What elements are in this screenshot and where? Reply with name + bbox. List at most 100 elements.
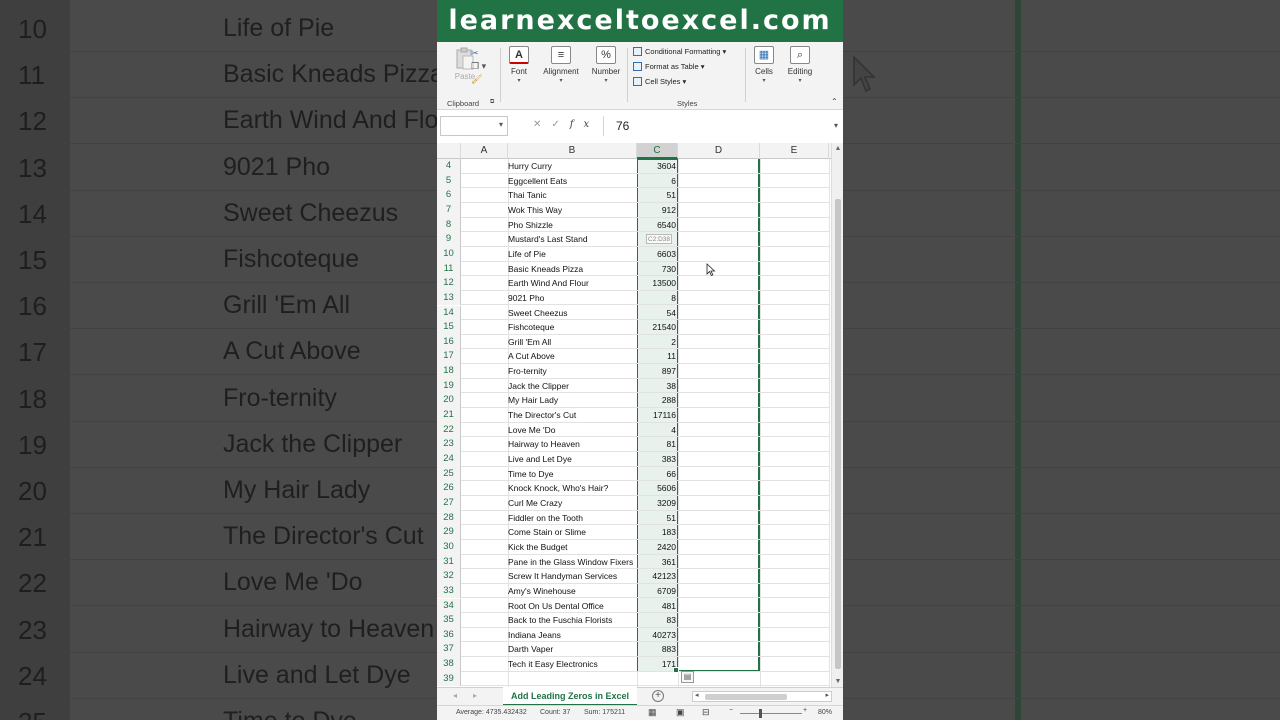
row-header[interactable]: 15 [437,320,461,335]
cell-business-name[interactable]: The Director's Cut [508,408,576,423]
cell-business-name[interactable]: Fishcoteque [508,320,554,335]
row-header[interactable]: 31 [437,554,461,570]
insert-function-icon[interactable]: fx [570,119,599,130]
row-header[interactable]: 27 [437,495,461,511]
cell-business-name[interactable]: Earth Wind And Flour [508,276,589,291]
cell-business-name[interactable]: Back to the Fuschia Florists [508,613,612,628]
row-header[interactable]: 20 [437,393,461,409]
cell-value[interactable]: 730 [637,262,677,277]
cell-value[interactable]: 897 [637,364,677,379]
row-header[interactable]: 32 [437,569,461,584]
row-header[interactable]: 9 [437,232,461,247]
row-header[interactable]: 30 [437,539,461,555]
cell-business-name[interactable]: Life of Pie [508,247,546,262]
cell-value[interactable]: 2420 [637,540,677,555]
next-sheet-icon[interactable]: ▸ [473,691,477,700]
zoom-out-icon[interactable]: − [729,707,733,714]
cell-value[interactable]: 51 [637,188,677,203]
row-header[interactable]: 37 [437,642,461,658]
cell-value[interactable]: 383 [637,452,677,467]
cell-business-name[interactable]: Knock Knock, Who's Hair? [508,481,608,496]
scroll-thumb[interactable] [835,199,841,669]
row-header[interactable]: 6 [437,188,461,203]
cell-value[interactable]: 66 [637,467,677,482]
cell-business-name[interactable]: Indiana Jeans [508,628,561,643]
row-header[interactable]: 10 [437,246,461,262]
cell-value[interactable]: 21540 [637,320,677,335]
cell-value[interactable]: 8 [637,291,677,306]
cancel-icon[interactable]: ✕ [533,119,551,130]
row-header[interactable]: 16 [437,334,461,350]
row-header[interactable]: 4 [437,159,461,174]
scroll-right-icon[interactable]: ▸ [825,691,829,699]
cell-styles-button[interactable]: Cell Styles ▾ [633,77,686,86]
font-button[interactable]: A Font ▾ [505,46,533,84]
cell-business-name[interactable]: Darth Vaper [508,642,553,657]
row-header[interactable]: 33 [437,583,461,599]
cell-value[interactable]: 3604 [637,159,677,174]
cell-business-name[interactable]: 9021 Pho [508,291,544,306]
cell-value[interactable]: 4 [637,423,677,438]
cell-value[interactable]: 42123 [637,569,677,584]
cell-business-name[interactable]: Fiddler on the Tooth [508,511,583,526]
cell-business-name[interactable]: Tech it Easy Electronics [508,657,598,672]
zoom-level[interactable]: 80% [818,709,832,716]
number-button[interactable]: % Number ▾ [589,46,623,84]
row-header[interactable]: 29 [437,525,461,540]
cell-business-name[interactable]: Grill 'Em All [508,335,551,350]
cell-value[interactable]: 81 [637,437,677,452]
cell-business-name[interactable]: Wok This Way [508,203,562,218]
cell-business-name[interactable]: Time to Dye [508,467,554,482]
scroll-thumb[interactable] [705,694,787,700]
enter-icon[interactable]: ✓ [551,119,569,130]
cell-business-name[interactable]: Jack the Clipper [508,379,569,394]
cell-value[interactable]: 5606 [637,481,677,496]
cell-value[interactable]: 51 [637,511,677,526]
cell-business-name[interactable]: Live and Let Dye [508,452,572,467]
cell-business-name[interactable]: A Cut Above [508,349,555,364]
cell-business-name[interactable]: My Hair Lady [508,393,558,408]
row-header[interactable]: 19 [437,378,461,394]
cell-business-name[interactable]: Curl Me Crazy [508,496,562,511]
cell-business-name[interactable]: Come Stain or Slime [508,525,586,540]
cell-value[interactable]: 40273 [637,628,677,643]
cell-business-name[interactable]: Hairway to Heaven [508,437,580,452]
prev-sheet-icon[interactable]: ◂ [453,691,457,700]
horizontal-scrollbar[interactable]: ◂ ▸ [692,691,832,702]
zoom-slider[interactable] [740,713,802,714]
cell-business-name[interactable]: Hurry Curry [508,159,552,174]
cell-value[interactable]: 183 [637,525,677,540]
formula-input[interactable]: 76 ▾ [603,116,841,136]
cell-business-name[interactable]: Fro-ternity [508,364,547,379]
cell-business-name[interactable]: Pho Shizzle [508,218,553,233]
cell-value[interactable]: 13500 [637,276,677,291]
select-all-corner[interactable] [437,143,461,159]
cell-value[interactable]: 11 [637,349,677,364]
cell-value[interactable]: 83 [637,613,677,628]
normal-view-icon[interactable]: ▦ [648,707,657,718]
quick-analysis-icon[interactable]: ▤ [681,671,694,683]
alignment-button[interactable]: ≡ Alignment ▾ [540,46,582,84]
column-header-b[interactable]: B [508,143,637,159]
row-header[interactable]: 14 [437,305,461,321]
row-header[interactable]: 38 [437,657,461,672]
sheet-tab[interactable]: Add Leading Zeros in Excel [503,687,638,706]
cell-business-name[interactable]: Basic Kneads Pizza [508,262,583,277]
cell-business-name[interactable]: Kick the Budget [508,540,568,555]
row-header[interactable]: 24 [437,452,461,467]
zoom-in-icon[interactable]: + [803,707,807,714]
expand-formula-bar-icon[interactable]: ▾ [834,116,838,136]
cells-button[interactable]: ▦ Cells ▾ [751,46,777,84]
add-sheet-icon[interactable]: + [652,690,664,702]
editing-button[interactable]: ⌕ Editing ▾ [785,46,815,84]
cell-value[interactable]: 2 [637,335,677,350]
row-header[interactable]: 28 [437,510,461,526]
clipboard-launcher-icon[interactable]: ⧉ [490,99,494,106]
format-as-table-button[interactable]: Format as Table ▾ [633,62,705,71]
row-header[interactable]: 26 [437,481,461,496]
cell-value[interactable]: 54 [637,306,677,321]
column-header-a[interactable]: A [461,143,508,159]
column-header-c[interactable]: C [637,143,678,159]
cell-value[interactable]: 6709 [637,584,677,599]
cut-icon[interactable]: ✂ [471,48,491,59]
